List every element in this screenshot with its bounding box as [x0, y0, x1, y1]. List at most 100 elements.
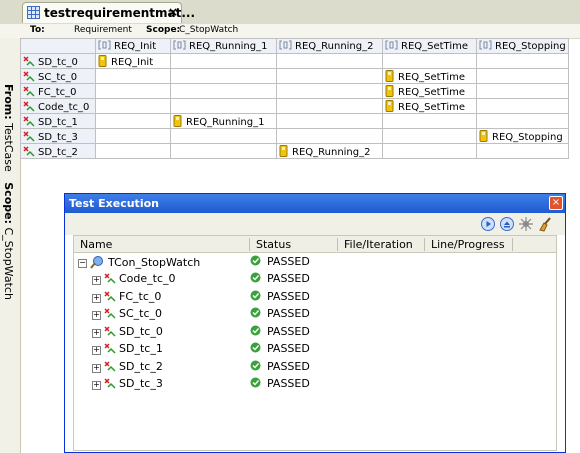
matrix-cell[interactable] — [276, 68, 383, 84]
vertical-scope-label: Scope: — [2, 182, 15, 224]
passed-icon — [250, 360, 261, 370]
row-label: Code_tc_0 — [38, 101, 90, 113]
tree-node[interactable]: SD_tc_3 — [104, 377, 163, 394]
column-header[interactable]: REQ_Running_2 — [276, 38, 383, 54]
column-separator[interactable] — [512, 238, 513, 251]
test-case-icon — [23, 115, 35, 127]
column-label: REQ_Init — [114, 41, 157, 52]
matrix-cell[interactable]: REQ_Stopping — [476, 128, 569, 144]
row-header[interactable]: SD_tc_3 — [20, 128, 96, 144]
stop-icon[interactable] — [499, 216, 515, 232]
matrix-cell[interactable] — [95, 143, 171, 159]
tree-node[interactable]: SD_tc_2 — [104, 360, 163, 377]
matrix-cell[interactable] — [276, 53, 383, 69]
matrix-cell[interactable] — [95, 98, 171, 114]
status-cell: PASSED — [250, 342, 310, 359]
tree-root-node[interactable]: TCon_StopWatch — [90, 255, 200, 272]
matrix-cell[interactable] — [382, 53, 477, 69]
close-icon[interactable]: × — [168, 5, 178, 19]
test-suite-icon — [90, 256, 103, 269]
column-separator[interactable] — [424, 238, 425, 251]
column-separator[interactable] — [337, 238, 338, 251]
tree-node[interactable]: SD_tc_0 — [104, 325, 163, 342]
tree-node[interactable]: SC_tc_0 — [104, 307, 162, 324]
clear-icon[interactable] — [537, 216, 553, 232]
matrix-cell[interactable] — [276, 113, 383, 129]
matrix-cell[interactable] — [95, 68, 171, 84]
matrix-cell[interactable] — [276, 98, 383, 114]
matrix-cell[interactable] — [476, 83, 569, 99]
status-label: PASSED — [267, 342, 310, 355]
tree-expander[interactable]: − — [78, 259, 87, 268]
column-header-file-iteration[interactable]: File/Iteration — [344, 238, 413, 251]
tree-expander[interactable]: + — [92, 363, 101, 373]
row-label: SD_tc_2 — [38, 146, 78, 158]
matrix-cell[interactable] — [95, 83, 171, 99]
matrix-cell[interactable] — [476, 143, 569, 159]
row-header[interactable]: SC_tc_0 — [20, 68, 96, 84]
matrix-cell[interactable] — [276, 128, 383, 144]
matrix-row: Code_tc_0 REQ_SetTime — [20, 98, 569, 114]
test-case-icon — [23, 55, 35, 67]
tree-expander[interactable]: + — [92, 381, 101, 390]
matrix-cell[interactable] — [276, 83, 383, 99]
tree-expander[interactable]: + — [92, 293, 101, 303]
tree-node[interactable]: SD_tc_1 — [104, 342, 163, 359]
matrix-cell[interactable]: REQ_Running_1 — [170, 113, 277, 129]
matrix-cell[interactable] — [170, 68, 277, 84]
row-header[interactable]: SD_tc_2 — [20, 143, 96, 159]
column-header[interactable]: REQ_Init — [95, 38, 171, 54]
row-header[interactable]: SD_tc_1 — [20, 113, 96, 129]
matrix-cell[interactable] — [382, 143, 477, 159]
matrix-cell[interactable] — [170, 53, 277, 69]
column-header-line-progress[interactable]: Line/Progress — [431, 238, 505, 251]
matrix-cell-label: REQ_Stopping — [492, 131, 563, 143]
column-header-status[interactable]: Status — [256, 238, 291, 251]
matrix-cell[interactable]: REQ_SetTime — [382, 83, 477, 99]
matrix-row: SC_tc_0 REQ_SetTime — [20, 68, 569, 84]
test-case-icon — [104, 360, 116, 372]
matrix-cell[interactable] — [382, 113, 477, 129]
test-case-icon — [23, 130, 35, 142]
vertical-from-scope-label: From: TestCase Scope: C_StopWatch — [2, 84, 15, 300]
tab-testrequirementmatrix[interactable]: testrequirementmat... × — [22, 2, 195, 23]
tree-expander[interactable]: + — [92, 328, 101, 338]
matrix-cell[interactable] — [476, 68, 569, 84]
matrix-cell[interactable] — [170, 98, 277, 114]
column-separator[interactable] — [249, 238, 250, 251]
matrix-cell[interactable] — [95, 128, 171, 144]
row-header[interactable]: FC_tc_0 — [20, 83, 96, 99]
column-header[interactable]: REQ_SetTime — [382, 38, 477, 54]
matrix-cell[interactable]: REQ_Init — [95, 53, 171, 69]
matrix-cell[interactable] — [382, 128, 477, 144]
matrix-cell[interactable] — [170, 143, 277, 159]
node-label: TCon_StopWatch — [108, 256, 201, 269]
matrix-cell[interactable] — [95, 113, 171, 129]
matrix-cell[interactable] — [476, 98, 569, 114]
tree-expander[interactable]: + — [92, 311, 101, 320]
status-cell: PASSED — [250, 272, 310, 289]
tree-expander[interactable]: + — [92, 276, 101, 285]
matrix-cell[interactable]: REQ_SetTime — [382, 98, 477, 114]
run-icon[interactable] — [480, 216, 496, 232]
close-icon[interactable]: × — [549, 196, 563, 210]
matrix-cell[interactable]: REQ_Running_2 — [276, 143, 383, 159]
row-label: SD_tc_3 — [38, 131, 78, 143]
matrix-cell[interactable] — [476, 113, 569, 129]
matrix-cell[interactable] — [476, 53, 569, 69]
column-header[interactable]: REQ_Running_1 — [170, 38, 277, 54]
column-label: REQ_Running_2 — [295, 41, 374, 52]
dialog-title-bar[interactable]: Test Execution × — [65, 194, 565, 213]
matrix-cell[interactable] — [170, 128, 277, 144]
column-header-name[interactable]: Name — [80, 238, 112, 251]
tree-expander[interactable]: + — [92, 346, 101, 355]
node-label: SD_tc_3 — [119, 377, 163, 390]
row-header[interactable]: SD_tc_0 — [20, 53, 96, 69]
row-header[interactable]: Code_tc_0 — [20, 98, 96, 114]
tree-node[interactable]: FC_tc_0 — [104, 290, 161, 307]
tree-node[interactable]: Code_tc_0 — [104, 272, 176, 289]
debug-icon[interactable] — [518, 216, 534, 232]
matrix-cell[interactable]: REQ_SetTime — [382, 68, 477, 84]
column-header[interactable]: REQ_Stopping — [476, 38, 569, 54]
matrix-cell[interactable] — [170, 83, 277, 99]
